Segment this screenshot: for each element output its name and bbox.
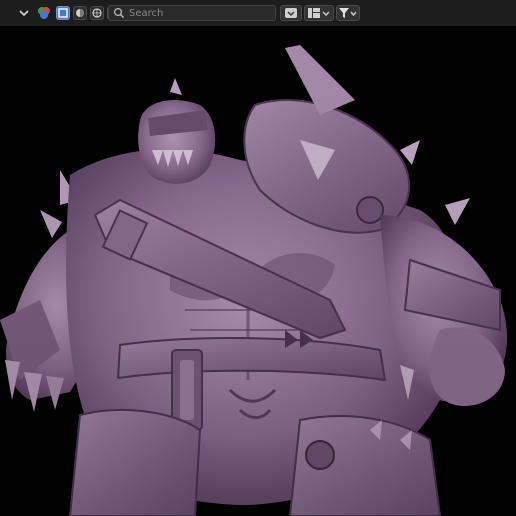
shading-dropdown-icon [285,8,297,18]
search-input[interactable] [125,7,269,19]
viewport-header-toolbar [0,0,516,26]
chevron-down-icon [19,10,29,17]
view-dropdown-button[interactable] [14,4,34,22]
shading-dropdown-button[interactable] [280,5,302,21]
rendered-shading-button[interactable] [90,6,104,20]
object-mode-button[interactable] [36,4,52,22]
material-shading-icon [76,9,84,17]
solid-shading-button[interactable] [56,6,70,20]
header-right-tools [280,5,360,21]
object-mode-icon [38,7,50,19]
search-icon [113,7,124,18]
filter-icon [339,8,357,18]
rendered-shading-icon [92,8,102,18]
view-layout-icon [308,8,330,18]
search-box[interactable] [108,5,276,21]
view-layout-button[interactable] [304,5,334,21]
material-shading-button[interactable] [73,6,87,20]
3d-viewport[interactable] [0,26,516,516]
sculpted-orc-model [0,26,516,516]
solid-shading-icon [58,8,68,18]
filter-button[interactable] [336,5,360,21]
